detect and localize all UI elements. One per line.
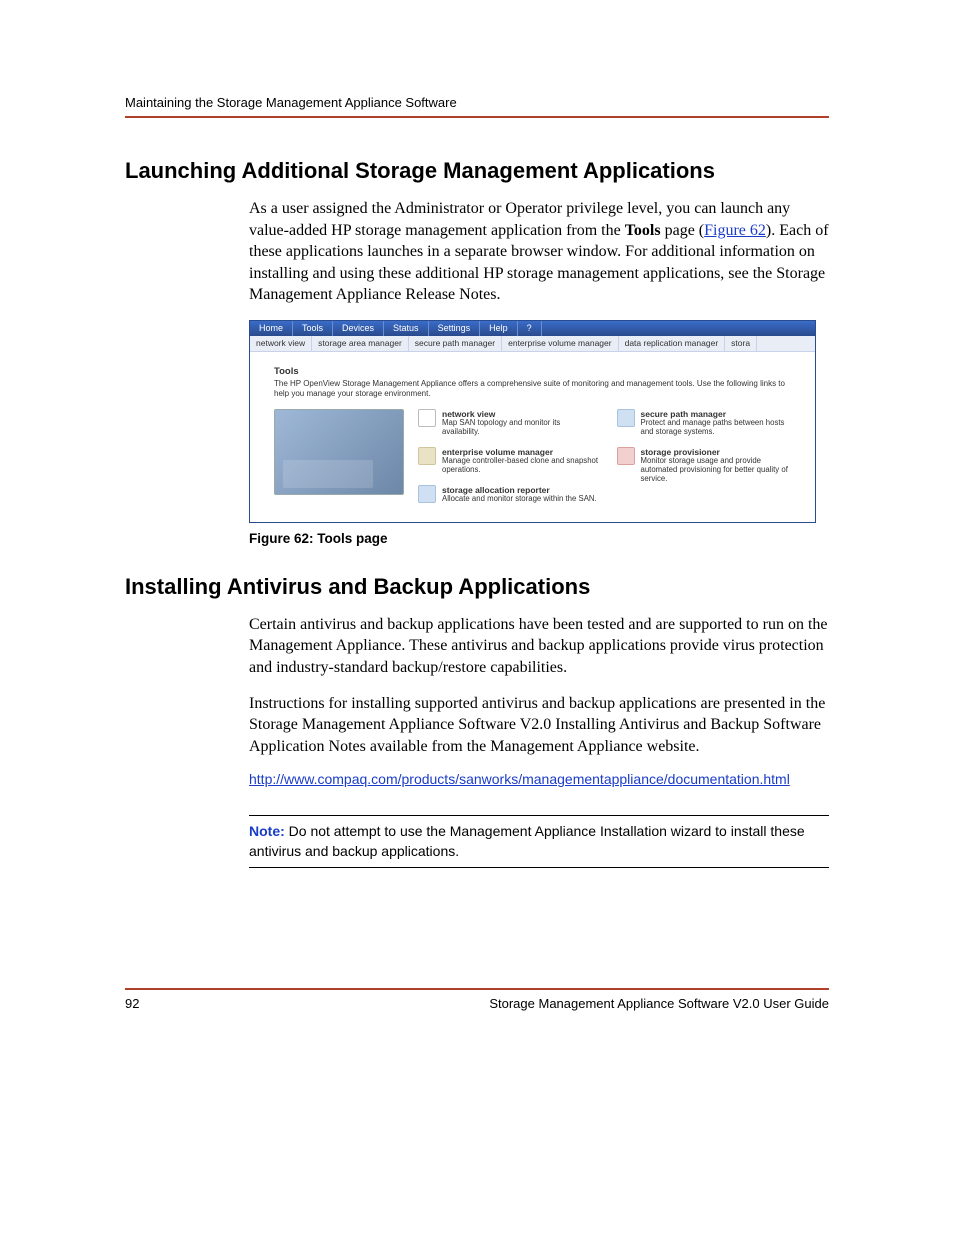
tool-desc: Map SAN topology and monitor its availab…	[442, 419, 599, 437]
tool-column-1: network view Map SAN topology and monito…	[418, 409, 599, 504]
tool-column-2: secure path manager Protect and manage p…	[617, 409, 798, 504]
subtab-storage-area-manager[interactable]: storage area manager	[312, 336, 409, 351]
tool-storage-allocation-reporter[interactable]: storage allocation reporter Allocate and…	[418, 485, 599, 504]
tool-desc: Monitor storage usage and provide automa…	[641, 457, 798, 484]
p1-bold-tools: Tools	[625, 222, 661, 239]
tab-status[interactable]: Status	[384, 321, 429, 336]
tools-hero-image	[274, 409, 404, 495]
spm-icon	[617, 409, 635, 427]
tool-desc: Allocate and monitor storage within the …	[442, 495, 597, 504]
paragraph-antivirus-2: Instructions for installing supported an…	[125, 693, 829, 758]
note-block: Note: Do not attempt to use the Manageme…	[249, 815, 829, 868]
tool-secure-path-manager[interactable]: secure path manager Protect and manage p…	[617, 409, 798, 437]
screenshot-grid: network view Map SAN topology and monito…	[274, 409, 797, 504]
note-text: Do not attempt to use the Management App…	[249, 823, 805, 859]
tool-enterprise-volume-manager[interactable]: enterprise volume manager Manage control…	[418, 447, 599, 475]
tab-help[interactable]: Help	[480, 321, 518, 336]
note-label: Note:	[249, 823, 285, 839]
sar-icon	[418, 485, 436, 503]
tab-home[interactable]: Home	[250, 321, 293, 336]
tab-tools[interactable]: Tools	[293, 321, 333, 336]
note-rule-top	[249, 815, 829, 816]
note-rule-bottom	[249, 867, 829, 868]
documentation-url-link[interactable]: http://www.compaq.com/products/sanworks/…	[249, 771, 790, 787]
figure-62: Home Tools Devices Status Settings Help …	[249, 320, 829, 523]
tool-desc: Manage controller-based clone and snapsh…	[442, 457, 599, 475]
tab-settings[interactable]: Settings	[429, 321, 481, 336]
sub-tab-row: network view storage area manager secure…	[250, 336, 815, 352]
heading-installing: Installing Antivirus and Backup Applicat…	[125, 574, 829, 600]
screenshot-content: Tools The HP OpenView Storage Management…	[250, 352, 815, 522]
subtab-storage-truncated[interactable]: stora	[725, 336, 757, 351]
tab-question[interactable]: ?	[518, 321, 542, 336]
note-body: Note: Do not attempt to use the Manageme…	[249, 822, 829, 861]
screenshot-intro: The HP OpenView Storage Management Appli…	[274, 379, 797, 399]
network-view-icon	[418, 409, 436, 427]
page: Maintaining the Storage Management Appli…	[0, 0, 954, 1071]
heading-launching: Launching Additional Storage Management …	[125, 158, 829, 184]
tools-page-screenshot: Home Tools Devices Status Settings Help …	[249, 320, 816, 523]
page-footer: 92 Storage Management Appliance Software…	[125, 988, 829, 1011]
tool-desc: Protect and manage paths between hosts a…	[641, 419, 798, 437]
tool-storage-provisioner[interactable]: storage provisioner Monitor storage usag…	[617, 447, 798, 484]
page-number: 92	[125, 996, 139, 1011]
doc-title-footer: Storage Management Appliance Software V2…	[489, 996, 829, 1011]
tool-columns: network view Map SAN topology and monito…	[418, 409, 797, 504]
figure-caption: Figure 62: Tools page	[249, 531, 829, 546]
subtab-data-replication-manager[interactable]: data replication manager	[619, 336, 726, 351]
subtab-secure-path-manager[interactable]: secure path manager	[409, 336, 502, 351]
screenshot-title: Tools	[274, 366, 797, 377]
subtab-enterprise-volume-manager[interactable]: enterprise volume manager	[502, 336, 618, 351]
evm-icon	[418, 447, 436, 465]
paragraph-antivirus-1: Certain antivirus and backup application…	[125, 614, 829, 679]
figure-62-link[interactable]: Figure 62	[704, 222, 766, 239]
subtab-network-view[interactable]: network view	[250, 336, 312, 351]
running-header: Maintaining the Storage Management Appli…	[125, 95, 829, 118]
p1-text-b: page (	[661, 222, 705, 239]
paragraph-launching: As a user assigned the Administrator or …	[125, 198, 829, 306]
sp-icon	[617, 447, 635, 465]
tool-network-view[interactable]: network view Map SAN topology and monito…	[418, 409, 599, 437]
tab-devices[interactable]: Devices	[333, 321, 384, 336]
main-tab-row: Home Tools Devices Status Settings Help …	[250, 321, 815, 336]
